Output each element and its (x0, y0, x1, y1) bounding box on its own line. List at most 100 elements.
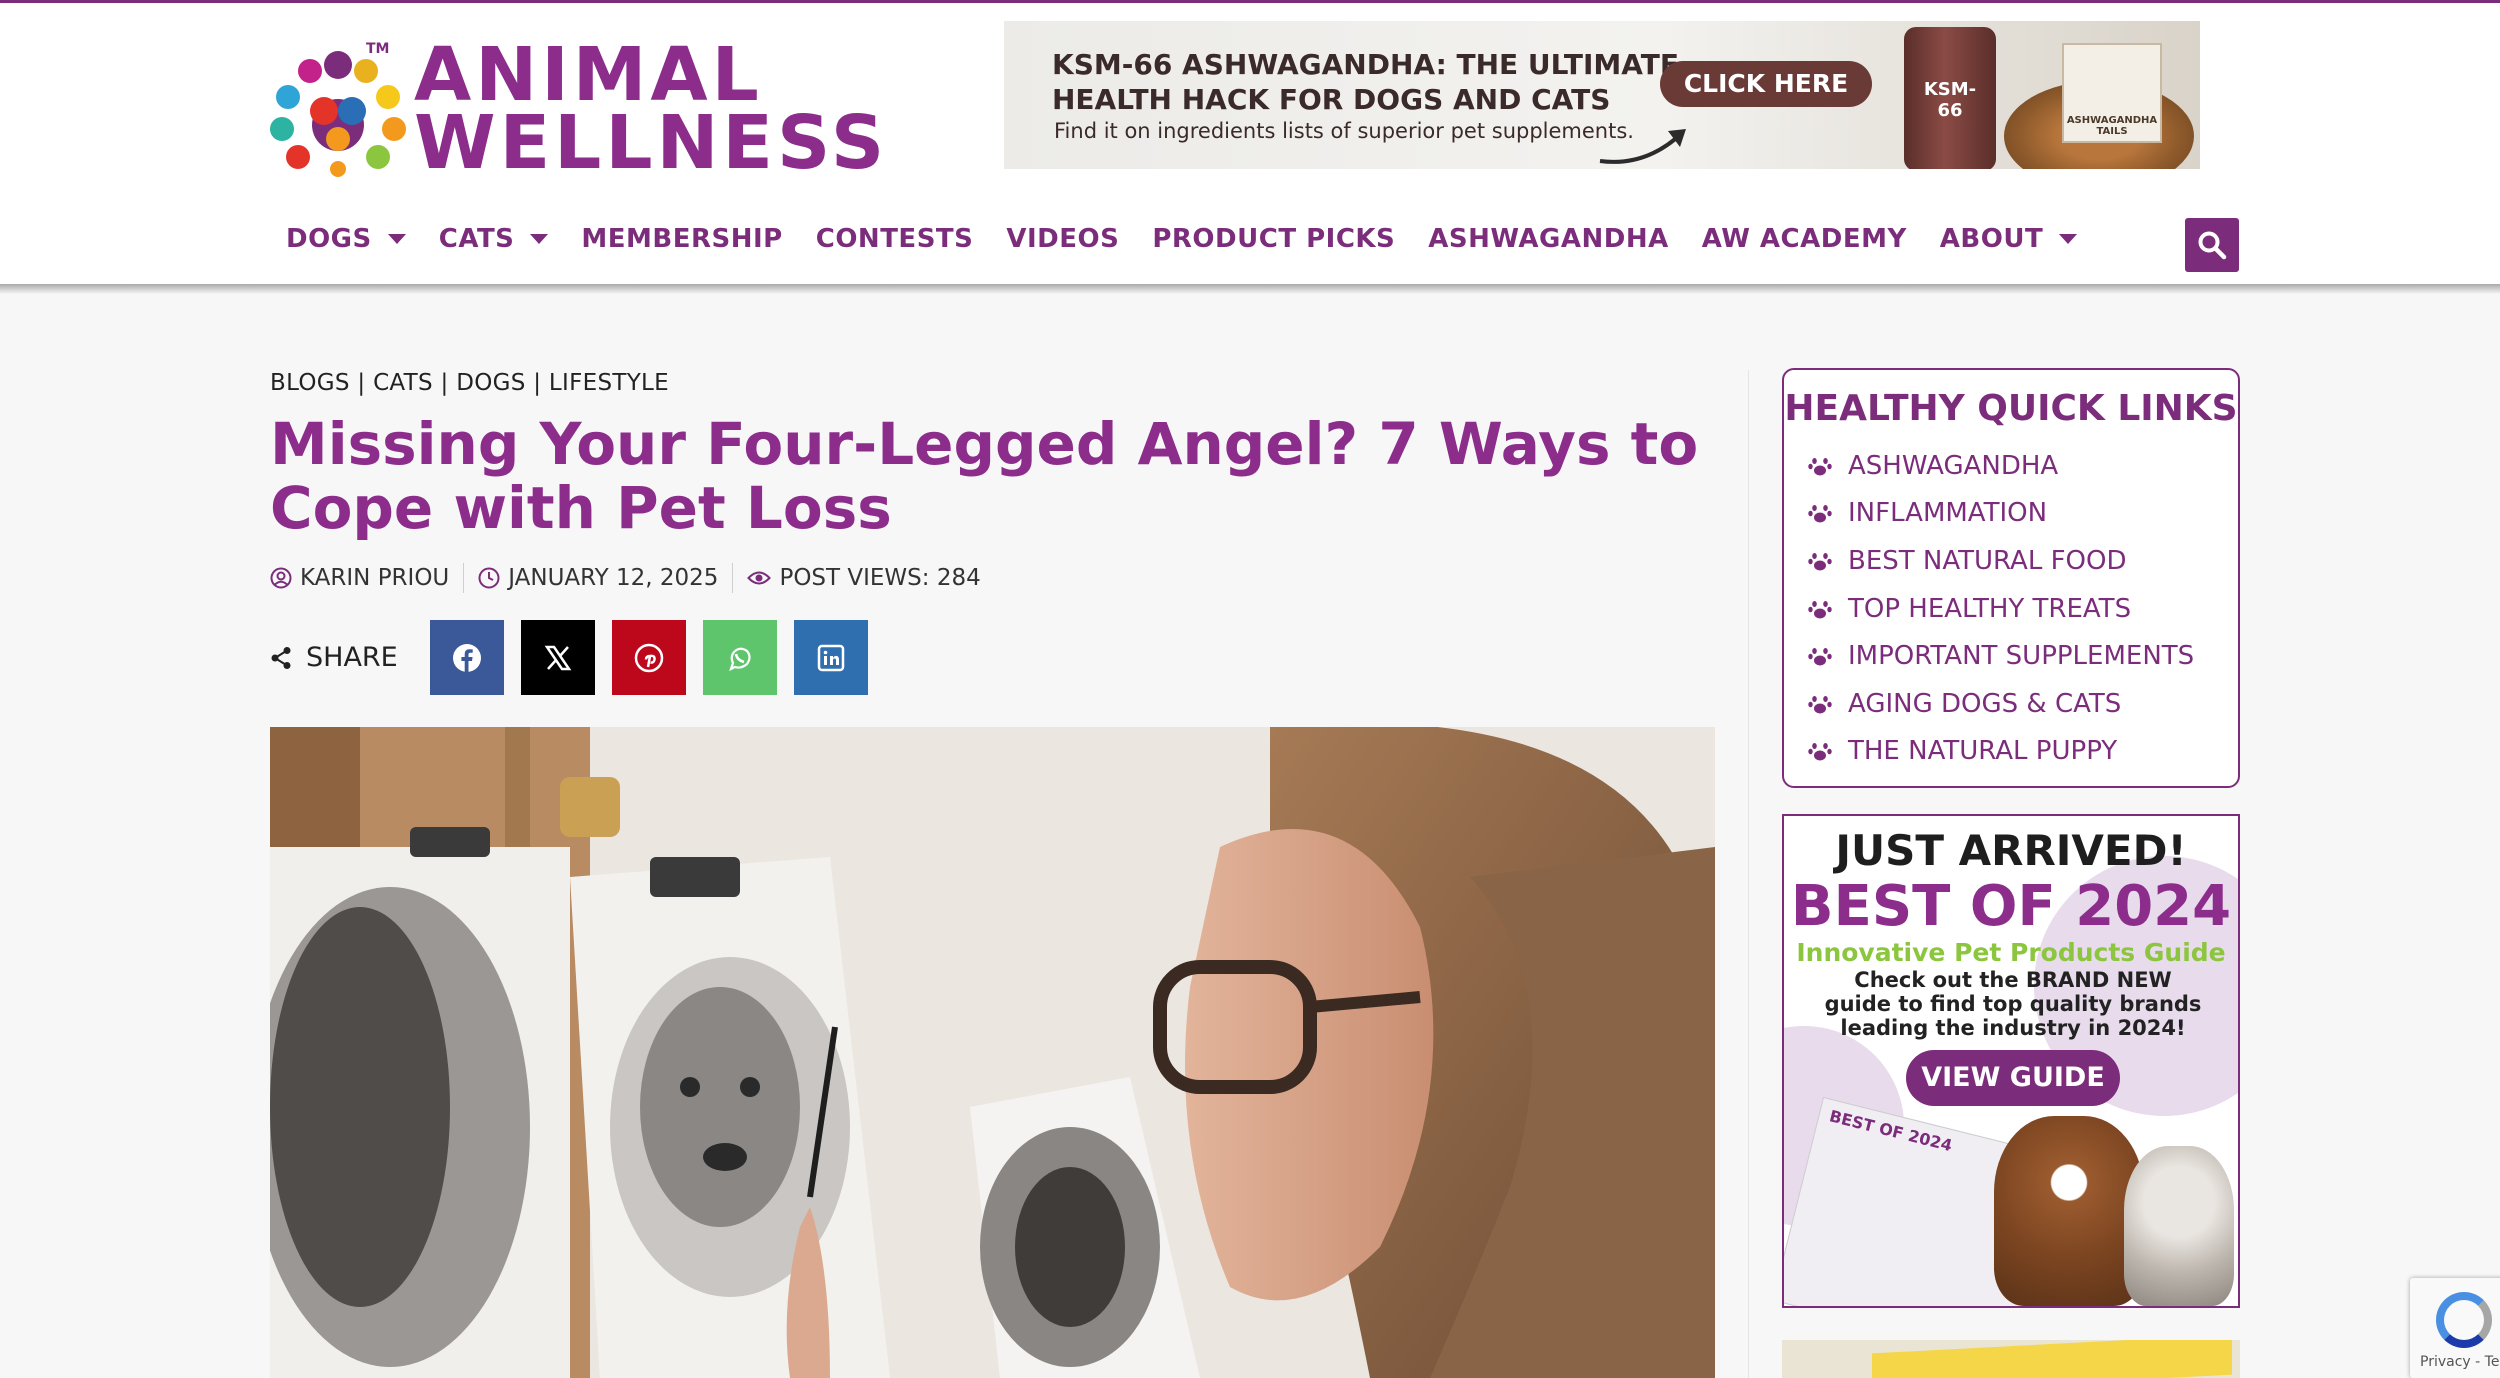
facebook-icon (452, 643, 481, 672)
article-meta: KARIN PRIOU JANUARY 12, 2025 POST VIEWS:… (270, 562, 981, 594)
meta-divider (463, 563, 465, 593)
x-icon (544, 645, 572, 670)
quick-link-label: AGING DOGS & CATS (1848, 688, 2122, 719)
guide-subtitle: Innovative Pet Products Guide (1796, 938, 2226, 967)
site-logo[interactable]: TM ANIMAL WELLNESS (268, 32, 928, 186)
date-meta: JANUARY 12, 2025 (478, 565, 718, 591)
nav-item-about[interactable]: ABOUT (1939, 224, 2078, 254)
nav-item-aw-academy[interactable]: AW ACADEMY (1702, 224, 1907, 254)
magazine-cover-label: BEST OF 2024 (1827, 1106, 1955, 1156)
logo-line-2: WELLNESS (414, 100, 889, 186)
quick-link-aging-dogs-cats[interactable]: AGING DOGS & CATS (1808, 680, 2194, 728)
post-views: POST VIEWS: 284 (779, 565, 981, 591)
quick-link-label: IMPORTANT SUPPLEMENTS (1848, 641, 2195, 672)
share-linkedin-button[interactable] (793, 620, 868, 695)
quick-link-top-healthy-treats[interactable]: TOP HEALTHY TREATS (1808, 585, 2194, 633)
best-of-2024-ad[interactable]: JUST ARRIVED! BEST OF 2024 Innovative Pe… (1782, 814, 2240, 1308)
guide-description: Check out the BRAND NEW guide to find to… (1824, 968, 2202, 1040)
share-x-button[interactable] (520, 620, 595, 695)
author-name: KARIN PRIOU (300, 565, 450, 591)
cat-image (2124, 1146, 2234, 1306)
pinterest-icon (634, 643, 663, 672)
paw-icon (1808, 695, 1832, 714)
paw-logo-icon (270, 51, 406, 177)
whatsapp-icon (728, 647, 751, 671)
views-meta: POST VIEWS: 284 (747, 565, 981, 591)
recaptcha-icon (2436, 1292, 2492, 1348)
quick-link-important-supplements[interactable]: IMPORTANT SUPPLEMENTS (1808, 632, 2194, 680)
quick-link-label: THE NATURAL PUPPY (1848, 736, 2118, 767)
paw-icon (1808, 552, 1832, 571)
quick-link-label: ASHWAGANDHA (1848, 450, 2059, 481)
caret-down-icon (2059, 234, 2078, 244)
header-banner-ad[interactable]: KSM-66 ASHWAGANDHA: THE ULTIMATE HEALTH … (1004, 21, 2200, 169)
share-label: SHARE (270, 642, 398, 673)
content-sidebar-divider (1748, 370, 1749, 1378)
publish-date: JANUARY 12, 2025 (508, 565, 719, 591)
nav-item-label: CATS (438, 224, 515, 254)
share-bar: SHARE (270, 620, 885, 695)
hero-photo-illustration (270, 727, 1715, 1378)
view-guide-button[interactable]: VIEW GUIDE (1906, 1050, 2120, 1106)
recaptcha-privacy-terms[interactable]: Privacy - Terms (2420, 1354, 2500, 1370)
author-meta[interactable]: KARIN PRIOU (270, 565, 449, 591)
share-facebook-button[interactable] (429, 620, 504, 695)
paw-icon (1808, 600, 1832, 619)
share-whatsapp-button[interactable] (702, 620, 777, 695)
share-pinterest-button[interactable] (611, 620, 686, 695)
banner-ad-headline: KSM-66 ASHWAGANDHA: THE ULTIMATE HEALTH … (1052, 47, 1679, 117)
nav-item-label: VIDEOS (1006, 224, 1120, 254)
recaptcha-badge[interactable]: Privacy - Terms (2410, 1278, 2500, 1378)
user-circle-icon (270, 567, 292, 589)
paw-icon (1808, 457, 1832, 476)
share-icon (271, 646, 291, 669)
site-header: TM ANIMAL WELLNESS KSM-66 ASHWAGANDHA: T… (0, 3, 2500, 284)
nav-item-contests[interactable]: CONTESTS (816, 224, 974, 254)
nav-item-product-picks[interactable]: PRODUCT PICKS (1152, 224, 1395, 254)
trademark-mark: TM (366, 41, 390, 57)
healthy-quick-links-box: HEALTHY QUICK LINKS ASHWAGANDHA INFLAMMA… (1782, 368, 2240, 788)
quick-link-label: INFLAMMATION (1848, 498, 2048, 529)
main-navigation: DOGS CATS MEMBERSHIP CONTESTS VIDEOS PRO… (270, 213, 2110, 265)
paw-icon (1808, 505, 1832, 523)
sidebar-ad-partial[interactable] (1782, 1340, 2240, 1378)
banner-ad-subline: Find it on ingredients lists of superior… (1054, 119, 1634, 143)
best-of-heading: BEST OF 2024 (1790, 874, 2232, 939)
linkedin-icon (817, 644, 844, 671)
curved-arrow-icon (1599, 129, 1686, 164)
banner-ad-headline-line-1: KSM-66 ASHWAGANDHA: THE ULTIMATE (1052, 48, 1679, 81)
nav-item-ashwagandha[interactable]: ASHWAGANDHA (1428, 224, 1668, 254)
nav-item-videos[interactable]: VIDEOS (1006, 224, 1119, 254)
logo-line-1: ANIMAL (414, 32, 763, 118)
quick-link-the-natural-puppy[interactable]: THE NATURAL PUPPY (1808, 728, 2194, 776)
nav-item-dogs[interactable]: DOGS (286, 224, 406, 254)
ashwagandha-tails-badge: ASHWAGANDHA TAILS (2062, 43, 2162, 143)
nav-item-label: ABOUT (1939, 224, 2044, 254)
logo-wordmark: ANIMAL WELLNESS (414, 32, 889, 186)
category-breadcrumbs[interactable]: BLOGS | CATS | DOGS | LIFESTYLE (270, 370, 669, 396)
banner-ad-click-here-button[interactable]: CLICK HERE (1660, 61, 1872, 107)
quick-link-label: TOP HEALTHY TREATS (1848, 593, 2132, 624)
clock-icon (478, 567, 500, 589)
quick-links-title: HEALTHY QUICK LINKS (1784, 388, 2238, 429)
search-button[interactable] (2185, 218, 2239, 272)
article-hero-image (270, 727, 1715, 1378)
quick-link-best-natural-food[interactable]: BEST NATURAL FOOD (1808, 537, 2194, 585)
nav-item-label: ASHWAGANDHA (1428, 224, 1669, 254)
nav-item-membership[interactable]: MEMBERSHIP (581, 224, 782, 254)
quick-link-inflammation[interactable]: INFLAMMATION (1808, 490, 2194, 538)
article-title: Missing Your Four-Legged Angel? 7 Ways t… (270, 410, 1699, 542)
quick-links-list: ASHWAGANDHA INFLAMMATION BEST NATURAL FO… (1808, 442, 2194, 775)
paw-icon (1808, 648, 1832, 666)
dog-image (1994, 1116, 2144, 1306)
nav-item-label: AW ACADEMY (1701, 224, 1907, 254)
nav-item-label: CONTESTS (815, 224, 974, 254)
caret-down-icon (387, 234, 406, 244)
nav-item-cats[interactable]: CATS (439, 224, 549, 254)
header-shadow (0, 284, 2500, 294)
caret-down-icon (530, 234, 549, 244)
quick-link-ashwagandha[interactable]: ASHWAGANDHA (1808, 442, 2194, 490)
quick-link-label: BEST NATURAL FOOD (1848, 545, 2127, 576)
supplement-jar-label: KSM-66 (1923, 79, 1977, 121)
nav-item-label: DOGS (286, 224, 372, 254)
